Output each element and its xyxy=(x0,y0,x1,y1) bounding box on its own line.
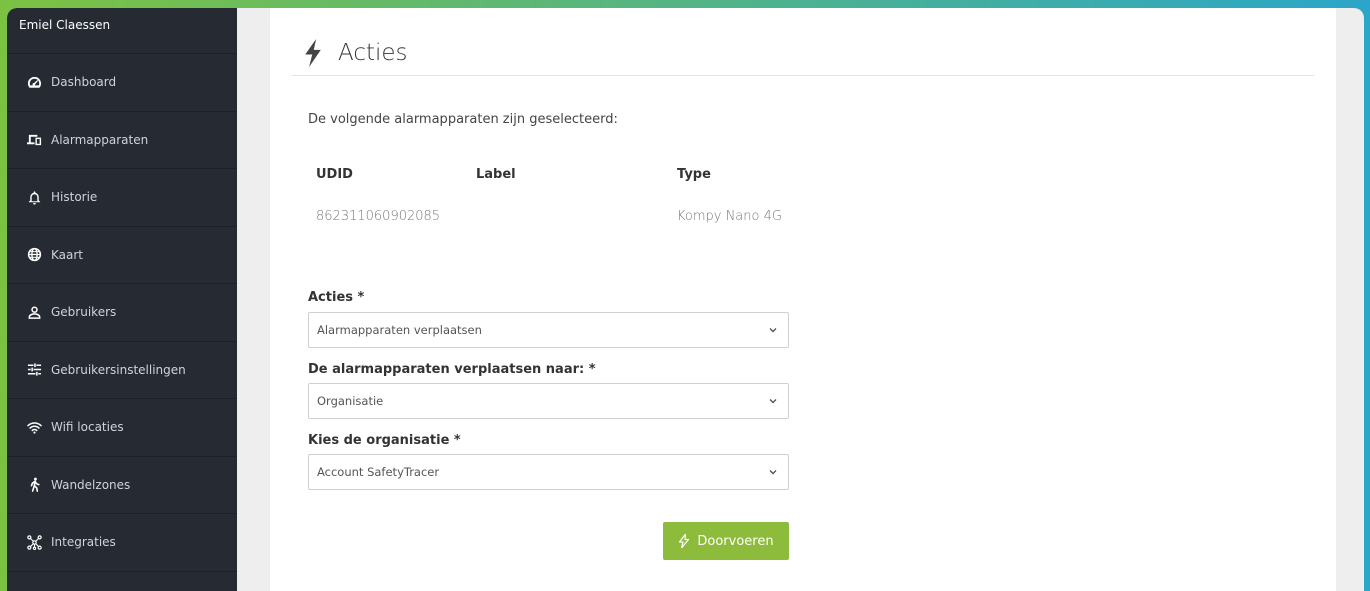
sliders-icon xyxy=(26,362,42,378)
submit-button[interactable]: Doorvoeren xyxy=(663,522,789,560)
move-target-select[interactable]: Organisatie xyxy=(308,383,789,419)
sidebar: Emiel Claessen Dashboard Alarmapparaten … xyxy=(7,8,237,591)
column-header-udid: UDID xyxy=(316,166,353,182)
cell-udid: 862311060902085 xyxy=(316,208,441,224)
selected-devices-table: UDID Label Type 862311060902085 Kompy Na… xyxy=(316,164,827,226)
sidebar-item-label: Dashboard xyxy=(51,75,117,90)
chevron-down-icon xyxy=(769,470,777,475)
devices-icon xyxy=(26,132,42,148)
action-field-label: Acties * xyxy=(308,290,365,305)
sidebar-item-integraties[interactable]: Integraties xyxy=(7,514,237,572)
sidebar-item-historie[interactable]: Historie xyxy=(7,169,237,227)
sidebar-item-label: Wifi locaties xyxy=(51,420,124,435)
dashboard-icon xyxy=(26,74,42,90)
sidebar-item-gebruikers[interactable]: Gebruikers xyxy=(7,284,237,342)
sidebar-item-kaart[interactable]: Kaart xyxy=(7,227,237,284)
action-select[interactable]: Alarmapparaten verplaatsen xyxy=(308,312,789,348)
wifi-icon xyxy=(26,419,42,435)
selection-intro: De volgende alarmapparaten zijn geselect… xyxy=(308,112,618,127)
organisation-field-label: Kies de organisatie * xyxy=(308,433,461,448)
bolt-icon xyxy=(305,38,321,67)
column-header-type: Type xyxy=(677,166,711,182)
submit-button-label: Doorvoeren xyxy=(697,533,774,549)
action-select-value: Alarmapparaten verplaatsen xyxy=(317,323,482,337)
sidebar-item-label: Integraties xyxy=(51,535,116,550)
sidebar-item-wifi-locaties[interactable]: Wifi locaties xyxy=(7,399,237,457)
page-title: Acties xyxy=(338,39,408,66)
organisation-select[interactable]: Account SafetyTracer xyxy=(308,454,789,490)
sidebar-item-label: Kaart xyxy=(51,247,84,262)
table-header-row: UDID Label Type xyxy=(316,164,827,184)
table-row: 862311060902085 Kompy Nano 4G xyxy=(316,206,827,226)
main-content: Acties De volgende alarmapparaten zijn g… xyxy=(270,8,1336,591)
chevron-down-icon xyxy=(769,328,777,333)
sidebar-item-dashboard[interactable]: Dashboard xyxy=(7,54,237,112)
sidebar-item-label: Gebruikersinstellingen xyxy=(51,362,186,377)
column-header-label: Label xyxy=(476,166,516,182)
app-frame: Emiel Claessen Dashboard Alarmapparaten … xyxy=(7,8,1364,591)
sidebar-item-label: Alarmapparaten xyxy=(51,132,149,147)
bolt-icon xyxy=(679,534,690,548)
cell-label xyxy=(476,206,677,226)
walking-icon xyxy=(26,477,42,493)
sidebar-item-alarmapparaten[interactable]: Alarmapparaten xyxy=(7,112,237,169)
integrations-icon xyxy=(26,534,42,550)
user-name[interactable]: Emiel Claessen xyxy=(7,8,237,54)
move-target-field-label: De alarmapparaten verplaatsen naar: * xyxy=(308,362,596,377)
bell-icon xyxy=(26,189,42,205)
cell-type: Kompy Nano 4G xyxy=(677,208,782,224)
sidebar-item-wandelzones[interactable]: Wandelzones xyxy=(7,457,237,514)
sidebar-item-gebruikersinstellingen[interactable]: Gebruikersinstellingen xyxy=(7,342,237,399)
page-header: Acties xyxy=(292,30,1314,76)
move-target-select-value: Organisatie xyxy=(317,394,384,408)
chevron-down-icon xyxy=(769,399,777,404)
globe-icon xyxy=(26,247,42,263)
sidebar-item-label: Historie xyxy=(51,190,98,205)
organisation-select-value: Account SafetyTracer xyxy=(317,465,440,479)
sidebar-item-label: Wandelzones xyxy=(51,477,131,492)
user-icon xyxy=(26,304,42,320)
sidebar-item-label: Gebruikers xyxy=(51,305,117,320)
